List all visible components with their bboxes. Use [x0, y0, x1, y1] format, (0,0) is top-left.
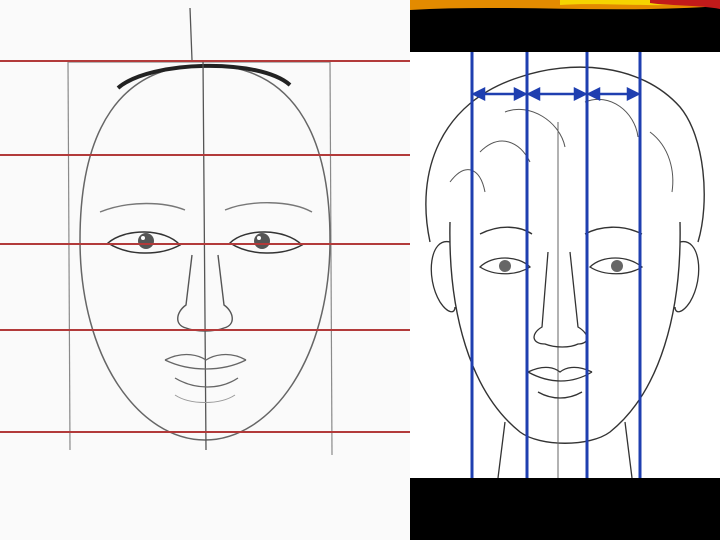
left-face-sketch: [0, 0, 410, 540]
vertical-proportion-drawing: [410, 52, 720, 478]
slide: [0, 0, 720, 540]
accent-strip: [410, 0, 720, 14]
accent-stripes: [410, 0, 720, 14]
right-face-drawing: [410, 52, 720, 478]
horizontal-proportion-drawing: [0, 0, 410, 540]
